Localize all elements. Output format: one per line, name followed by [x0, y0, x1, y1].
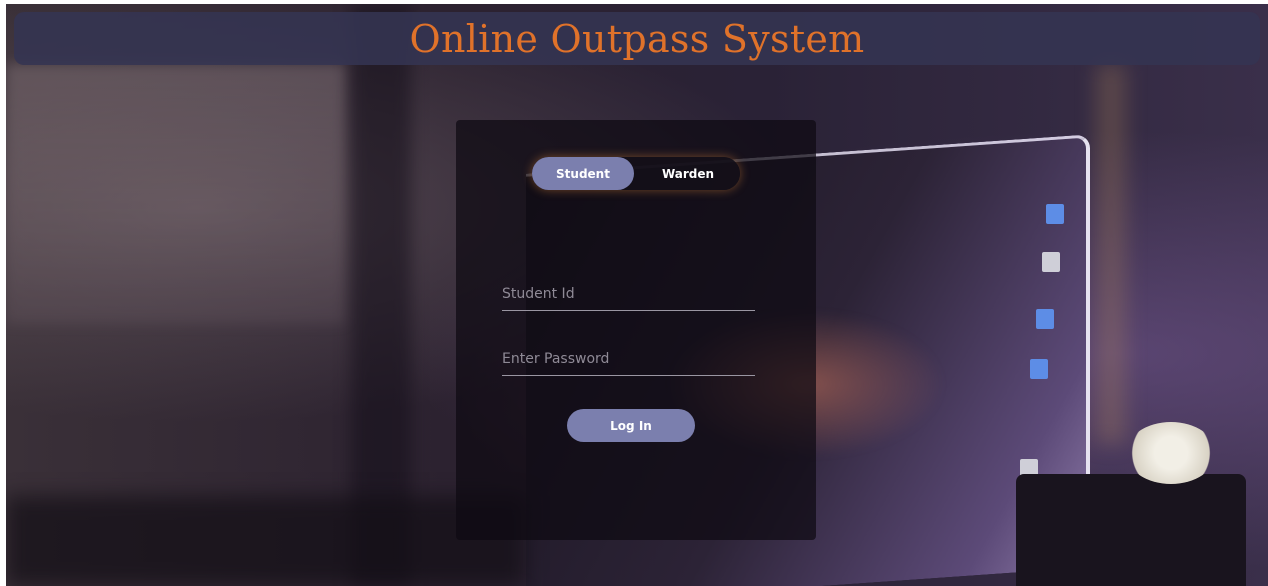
app-header: Online Outpass System: [14, 12, 1260, 65]
password-input[interactable]: [502, 345, 755, 373]
tab-warden[interactable]: Warden: [642, 157, 734, 190]
student-id-field-wrapper: [502, 280, 755, 311]
login-card: Student Warden Log In: [456, 120, 816, 540]
login-button[interactable]: Log In: [567, 409, 695, 442]
password-field-wrapper: [502, 345, 755, 376]
student-id-input[interactable]: [502, 280, 755, 308]
app-title: Online Outpass System: [409, 16, 865, 61]
cup-image: [1016, 474, 1246, 586]
flower-image: [1126, 422, 1216, 484]
tab-student[interactable]: Student: [532, 157, 634, 190]
page: Online Outpass System Student Warden Log…: [6, 4, 1268, 586]
role-toggle: Student Warden: [532, 157, 740, 190]
